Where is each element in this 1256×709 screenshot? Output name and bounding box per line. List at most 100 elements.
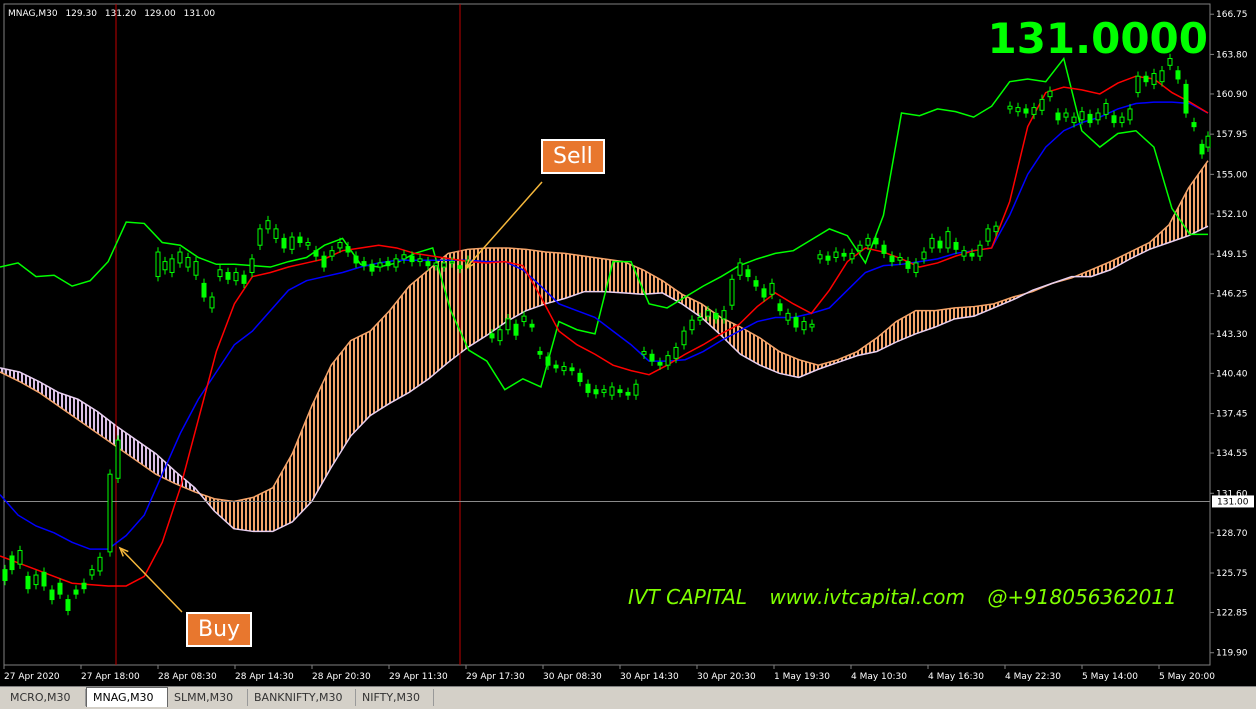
candle-body (1031, 107, 1037, 115)
x-tick-label: 30 Apr 08:30 (543, 672, 602, 682)
candle-body (169, 258, 175, 273)
candle-body (425, 261, 431, 267)
candle-body (313, 250, 319, 257)
candle-body (785, 312, 791, 321)
candle-body (913, 262, 919, 273)
tab-banknifty[interactable]: BANKNIFTY,M30 (248, 689, 356, 706)
open-value: 129.30 (65, 9, 97, 19)
y-tick-label: 134.55 (1216, 449, 1248, 459)
candle-body (577, 372, 583, 383)
candle-body (257, 228, 263, 246)
candle-body (833, 251, 839, 258)
candle-body (681, 330, 687, 346)
candle-body (489, 333, 495, 339)
candle-body (553, 364, 559, 369)
candle-body (1127, 108, 1133, 121)
y-tick-label: 143.30 (1216, 330, 1248, 340)
candle-body (889, 255, 895, 263)
chart-header: MNAG,M30 129.30 131.20 129.00 131.00 (8, 9, 220, 19)
candle-body (1079, 111, 1085, 121)
watermark-name: IVT CAPITAL (628, 585, 747, 609)
x-tick-label: 5 May 14:00 (1082, 672, 1138, 682)
high-value: 131.20 (104, 9, 137, 19)
candle-body (545, 356, 551, 366)
candle-body (281, 237, 287, 249)
candle-body (673, 346, 679, 359)
candle-body (801, 321, 807, 331)
candle-body (689, 319, 695, 331)
candle-body (897, 256, 903, 261)
candle-body (249, 258, 255, 273)
candle-body (721, 310, 727, 320)
current-price-large: 131.0000 (987, 14, 1208, 63)
watermark: IVT CAPITAL www.ivtcapital.com @+9180563… (628, 585, 1193, 609)
candle-body (73, 589, 79, 595)
candle-body (289, 236, 295, 250)
candle-body (97, 556, 103, 572)
y-tick-label: 125.75 (1216, 569, 1248, 579)
candle-body (1111, 115, 1117, 124)
tab-nifty[interactable]: NIFTY,M30 (356, 689, 434, 706)
candle-body (1063, 112, 1069, 118)
candle-body (985, 228, 991, 242)
candle-body (769, 282, 775, 295)
candle-body (65, 599, 71, 611)
low-value: 129.00 (144, 9, 176, 19)
candle-body (337, 242, 343, 249)
candle-body (849, 252, 855, 260)
watermark-site: www.ivtcapital.com (769, 585, 965, 609)
candle-body (945, 231, 951, 249)
candle-body (881, 244, 887, 254)
candle-body (657, 361, 663, 366)
candle-body (185, 256, 191, 268)
candle-body (162, 261, 168, 271)
x-tick-label: 28 Apr 14:30 (235, 672, 294, 682)
x-tick-label: 4 May 10:30 (851, 672, 907, 682)
candle-body (305, 242, 311, 246)
candle-body (697, 316, 703, 321)
candle-body (993, 225, 999, 233)
tab-mcro[interactable]: MCRO,M30 (4, 689, 86, 706)
candle-body (953, 242, 959, 250)
x-tick-label: 4 May 22:30 (1005, 672, 1061, 682)
candle-body (1055, 112, 1061, 121)
candle-body (241, 274, 247, 284)
candle-body (385, 261, 391, 267)
candle-body (1007, 105, 1013, 110)
candle-body (345, 246, 351, 253)
candle-body (825, 255, 831, 261)
y-tick-label: 149.15 (1216, 250, 1248, 260)
candle-body (401, 254, 407, 260)
candle-body (369, 263, 375, 272)
candle-body (449, 261, 455, 264)
tab-slmm[interactable]: SLMM,M30 (168, 689, 248, 706)
candle-body (905, 261, 911, 269)
candle-body (1023, 108, 1029, 114)
candle-body (25, 575, 31, 590)
chart-area[interactable]: 166.75 163.80 160.90 157.95 155.00 152.10 149.… (0, 0, 1256, 686)
candle-body (441, 262, 447, 268)
candle-body (977, 244, 983, 257)
candle-body (329, 250, 335, 257)
candle-body (361, 261, 367, 267)
candle-body (41, 571, 47, 587)
candle-body (641, 351, 647, 355)
candle-body (497, 329, 503, 342)
candle-body (1175, 70, 1181, 80)
y-tick-label: 163.80 (1216, 50, 1248, 60)
candle-body (1039, 98, 1045, 111)
y-tick-label: 152.10 (1216, 210, 1248, 220)
candle-body (1015, 107, 1021, 113)
candle-body (809, 323, 815, 328)
y-tick-label: 137.45 (1216, 410, 1248, 420)
price-chart[interactable]: 166.75 163.80 160.90 157.95 155.00 152.10 149.… (0, 0, 1256, 686)
y-tick-label: 160.90 (1216, 90, 1248, 100)
candle-body (737, 262, 743, 276)
symbol-label: MNAG,M30 (8, 9, 58, 19)
candle-body (921, 251, 927, 260)
watermark-phone: @+918056362011 (987, 585, 1177, 609)
candle-body (1199, 143, 1205, 155)
candle-body (505, 318, 511, 331)
candle-body (649, 353, 655, 362)
tab-mnag[interactable]: MNAG,M30 (86, 687, 168, 707)
